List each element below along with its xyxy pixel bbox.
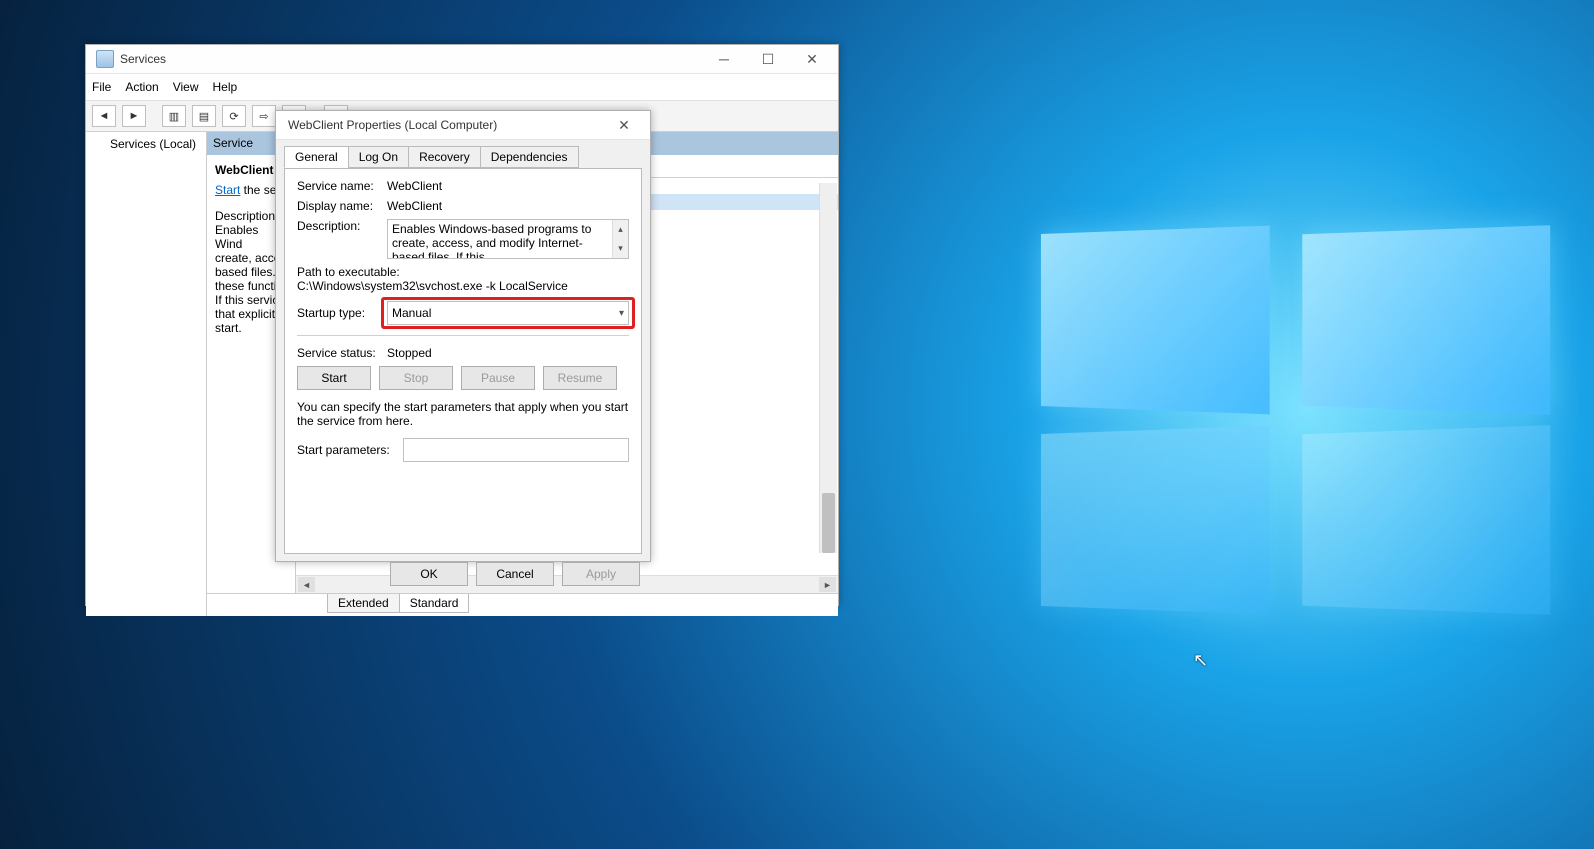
menu-help[interactable]: Help bbox=[213, 80, 238, 94]
scroll-thumb[interactable] bbox=[822, 493, 835, 553]
forward-button[interactable]: ► bbox=[122, 105, 146, 127]
tab-standard[interactable]: Standard bbox=[399, 594, 470, 613]
value-path: C:\Windows\system32\svchost.exe -k Local… bbox=[297, 279, 568, 293]
menu-view[interactable]: View bbox=[173, 80, 199, 94]
cancel-button[interactable]: Cancel bbox=[476, 562, 554, 586]
toolbar-export[interactable]: ⇨ bbox=[252, 105, 276, 127]
apply-button: Apply bbox=[562, 562, 640, 586]
tree-services-local[interactable]: Services (Local) bbox=[90, 136, 202, 152]
description-textbox[interactable]: Enables Windows-based programs to create… bbox=[387, 219, 629, 259]
tab-general[interactable]: General bbox=[284, 146, 349, 168]
services-title: Services bbox=[120, 52, 702, 66]
back-button[interactable]: ◄ bbox=[92, 105, 116, 127]
properties-close-button[interactable]: ✕ bbox=[602, 111, 646, 139]
label-service-name: Service name: bbox=[297, 179, 387, 193]
close-button[interactable]: ✕ bbox=[790, 45, 834, 73]
panel-header-text: Service bbox=[213, 136, 253, 150]
tab-page-general: Service name: WebClient Display name: We… bbox=[284, 168, 642, 554]
resume-button: Resume bbox=[543, 366, 617, 390]
start-params-note: You can specify the start parameters tha… bbox=[297, 400, 629, 428]
value-display-name: WebClient bbox=[387, 199, 629, 213]
label-start-params: Start parameters: bbox=[297, 443, 403, 457]
bottom-tabs: Extended Standard bbox=[207, 593, 838, 616]
windows-logo-decoration bbox=[1030, 230, 1550, 630]
label-startup-type: Startup type: bbox=[297, 306, 387, 320]
label-service-status: Service status: bbox=[297, 346, 387, 360]
tree-pane: Services (Local) bbox=[86, 132, 207, 616]
toolbar-refresh[interactable]: ⟳ bbox=[222, 105, 246, 127]
tab-extended[interactable]: Extended bbox=[327, 594, 400, 613]
menu-bar: File Action View Help bbox=[86, 74, 838, 101]
properties-title: WebClient Properties (Local Computer) bbox=[280, 118, 602, 132]
toolbar-properties[interactable]: ▤ bbox=[192, 105, 216, 127]
maximize-button[interactable]: ☐ bbox=[746, 45, 790, 73]
services-titlebar[interactable]: Services ─ ☐ ✕ bbox=[86, 45, 838, 74]
minimize-button[interactable]: ─ bbox=[702, 45, 746, 73]
scroll-up-icon: ▴ bbox=[612, 220, 628, 239]
label-description: Description: bbox=[297, 219, 387, 233]
properties-titlebar[interactable]: WebClient Properties (Local Computer) ✕ bbox=[276, 111, 650, 140]
gear-icon bbox=[92, 137, 106, 151]
vertical-scrollbar[interactable] bbox=[819, 183, 837, 553]
services-icon bbox=[96, 50, 114, 68]
pause-button: Pause bbox=[461, 366, 535, 390]
scroll-right-icon[interactable]: ► bbox=[819, 577, 836, 592]
menu-action[interactable]: Action bbox=[125, 80, 158, 94]
startup-type-combo[interactable]: Manual ▾ bbox=[387, 301, 629, 325]
tab-logon[interactable]: Log On bbox=[348, 146, 409, 168]
label-path: Path to executable: bbox=[297, 265, 400, 279]
start-service-link[interactable]: Start bbox=[215, 183, 240, 197]
toolbar-show-hide[interactable]: ▥ bbox=[162, 105, 186, 127]
ok-button[interactable]: OK bbox=[390, 562, 468, 586]
properties-dialog: WebClient Properties (Local Computer) ✕ … bbox=[275, 110, 651, 562]
value-service-status: Stopped bbox=[387, 346, 629, 360]
stop-button: Stop bbox=[379, 366, 453, 390]
chevron-down-icon: ▾ bbox=[619, 308, 624, 319]
menu-file[interactable]: File bbox=[92, 80, 111, 94]
cursor-icon: ↖ bbox=[1193, 650, 1208, 671]
tree-item-label: Services (Local) bbox=[110, 137, 196, 151]
tab-recovery[interactable]: Recovery bbox=[408, 146, 481, 168]
value-service-name: WebClient bbox=[387, 179, 629, 193]
start-button[interactable]: Start bbox=[297, 366, 371, 390]
description-scroll[interactable]: ▴▾ bbox=[612, 220, 628, 258]
label-display-name: Display name: bbox=[297, 199, 387, 213]
start-params-input[interactable] bbox=[403, 438, 629, 462]
scroll-down-icon: ▾ bbox=[612, 239, 628, 258]
startup-type-value: Manual bbox=[392, 306, 431, 320]
properties-tabs: General Log On Recovery Dependencies bbox=[276, 140, 650, 168]
tab-dependencies[interactable]: Dependencies bbox=[480, 146, 579, 168]
